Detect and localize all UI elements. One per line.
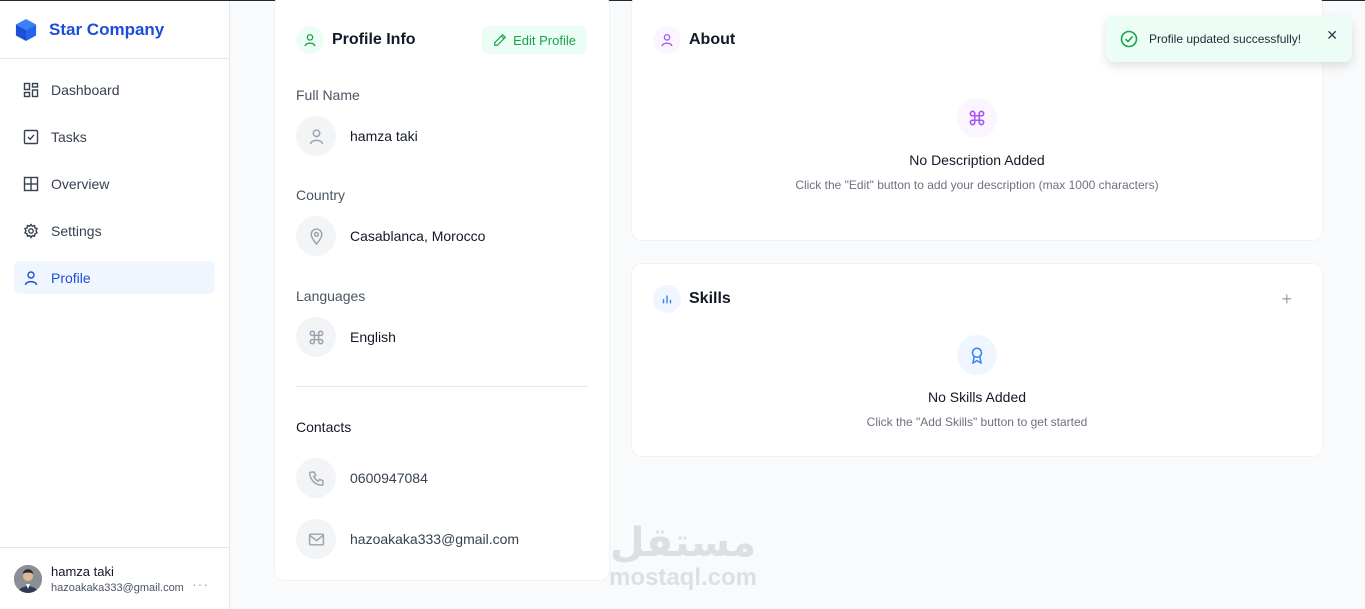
sidebar-item-label: Overview (51, 175, 110, 192)
avatar (14, 564, 42, 593)
brand-name: Star Company (49, 19, 165, 39)
email-value: hazoakaka333@gmail.com (350, 531, 520, 547)
cube-logo-icon (15, 18, 37, 41)
success-toast: Profile updated successfully! ✕ (1106, 16, 1352, 62)
user-account[interactable]: hamza taki hazoakaka333@gmail.com ··· (0, 547, 229, 609)
skills-empty-state: No Skills Added Click the "Add Skills" b… (632, 335, 1322, 429)
edit-profile-button[interactable]: Edit Profile (482, 26, 587, 54)
user-icon (24, 270, 38, 285)
watermark: مستقل mostaql.com (603, 521, 763, 591)
language-row: English (296, 317, 396, 357)
command-icon (957, 98, 997, 138)
toast-message: Profile updated successfully! (1149, 32, 1302, 46)
user-icon (653, 26, 681, 54)
languages-label: Languages (296, 288, 366, 304)
full-name-label: Full Name (296, 87, 360, 103)
pencil-icon (494, 33, 507, 46)
gear-icon (24, 222, 38, 239)
sidebar-item-label: Dashboard (51, 81, 120, 98)
skills-title: Skills (689, 290, 731, 307)
profile-info-header: Profile Info (296, 26, 416, 54)
grid-icon (23, 176, 39, 191)
phone-value: 0600947084 (350, 470, 428, 486)
country-row: Casablanca, Morocco (296, 216, 485, 256)
full-name-value: hamza taki (350, 128, 418, 144)
full-name-row: hamza taki (296, 116, 418, 156)
sidebar-item-overview[interactable]: Overview (14, 167, 215, 200)
divider (296, 386, 588, 387)
watermark-arabic: مستقل (609, 520, 757, 566)
sidebar: Star Company Dashboard Tasks Overview Se… (0, 1, 230, 609)
country-label: Country (296, 187, 346, 203)
edit-profile-label: Edit Profile (513, 32, 576, 48)
dashboard-icon (23, 82, 39, 97)
user-icon (296, 116, 336, 156)
contacts-title: Contacts (296, 419, 352, 435)
profile-info-card: Profile Info Edit Profile Full Name hamz… (274, 0, 610, 581)
watermark-latin: mostaql.com (608, 564, 758, 591)
language-value: English (350, 329, 396, 345)
sidebar-item-dashboard[interactable]: Dashboard (14, 73, 215, 106)
bar-chart-icon (653, 285, 681, 313)
sidebar-nav: Dashboard Tasks Overview Settings Profil… (0, 59, 229, 322)
command-icon (296, 317, 336, 357)
profile-info-title: Profile Info (332, 31, 416, 48)
add-skill-button[interactable]: + (1281, 289, 1292, 310)
email-row: hazoakaka333@gmail.com (296, 519, 519, 559)
mail-icon (296, 519, 336, 559)
map-pin-icon (296, 216, 336, 256)
user-name: hamza taki (51, 563, 114, 579)
sidebar-item-label: Settings (51, 222, 102, 239)
country-value: Casablanca, Morocco (350, 228, 486, 244)
skills-empty-subtitle: Click the "Add Skills" button to get sta… (866, 415, 1088, 429)
about-empty-state: No Description Added Click the "Edit" bu… (632, 98, 1322, 192)
user-email: hazoakaka333@gmail.com (51, 581, 184, 594)
phone-icon (296, 458, 336, 498)
check-circle-icon (1120, 30, 1138, 48)
brand[interactable]: Star Company (0, 1, 229, 59)
skills-empty-title: No Skills Added (927, 389, 1027, 405)
phone-row: 0600947084 (296, 458, 428, 498)
about-empty-subtitle: Click the "Edit" button to add your desc… (795, 178, 1159, 192)
sidebar-item-label: Tasks (51, 128, 87, 145)
close-icon[interactable]: ✕ (1326, 27, 1338, 44)
user-icon (296, 26, 324, 54)
sidebar-item-settings[interactable]: Settings (14, 214, 215, 247)
about-header: About (653, 26, 735, 54)
about-empty-title: No Description Added (909, 152, 1045, 168)
sidebar-item-profile[interactable]: Profile (14, 261, 215, 294)
about-title: About (689, 31, 736, 48)
avatar-photo-icon (14, 564, 42, 593)
sidebar-item-tasks[interactable]: Tasks (14, 120, 215, 153)
skills-card: Skills + No Skills Added Click the "Add … (631, 263, 1323, 457)
checkbox-icon (23, 129, 39, 144)
skills-header: Skills (653, 285, 731, 313)
more-options-icon[interactable]: ··· (192, 576, 209, 592)
sidebar-item-label: Profile (51, 269, 91, 286)
award-icon (957, 335, 997, 375)
